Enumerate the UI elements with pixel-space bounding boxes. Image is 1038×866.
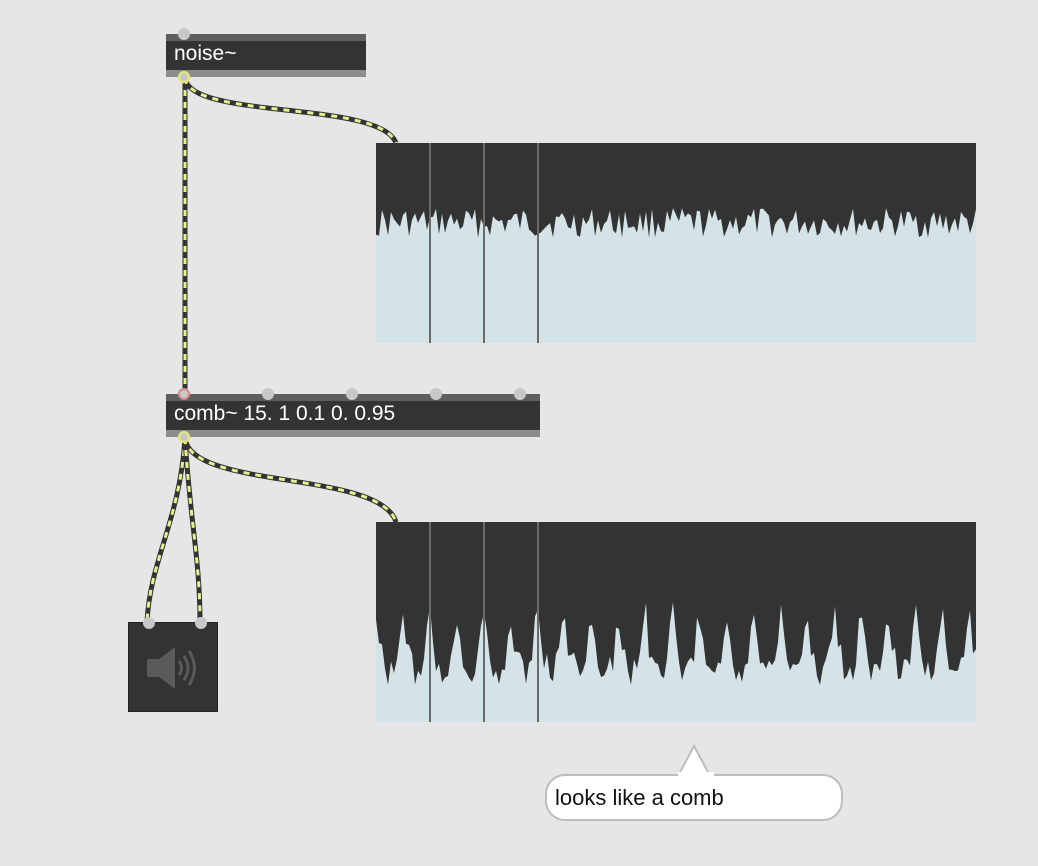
comb-inlet-3[interactable]: [346, 388, 358, 400]
spectrum-shape: [376, 143, 976, 238]
comb-spectrum-scope[interactable]: [376, 522, 976, 722]
patch-cord-comb-to-dac-left[interactable]: [144, 437, 188, 623]
noise-inlet[interactable]: [178, 28, 190, 40]
comb-inlet-5[interactable]: [514, 388, 526, 400]
patch-cord-comb-to-dac-right[interactable]: [182, 437, 203, 623]
comb-inlet-2[interactable]: [262, 388, 274, 400]
comb-outlet[interactable]: [178, 431, 190, 443]
speaker-output-button[interactable]: [128, 617, 218, 712]
spectrum-shape: [376, 522, 976, 685]
comb-spectrum-graph: [376, 522, 976, 722]
patch-cord-comb-to-scope[interactable]: [182, 437, 399, 524]
comment-pointer-mask: [678, 772, 714, 778]
noise-outlet[interactable]: [178, 71, 190, 83]
comb-object[interactable]: comb~ 15. 1 0.1 0. 0.95: [166, 388, 540, 443]
patch-cord-noise-to-scope[interactable]: [182, 77, 399, 145]
comment-looks-like-a-comb[interactable]: looks like a comb: [545, 774, 843, 821]
noise-spectrum-graph: [376, 143, 976, 343]
noise-spectrum-scope[interactable]: [376, 143, 976, 343]
comment-text: looks like a comb: [555, 785, 724, 810]
noise-object[interactable]: noise~: [166, 28, 366, 83]
comb-inlet-1[interactable]: [178, 388, 190, 400]
noise-object-label: noise~: [174, 42, 237, 65]
comb-object-label: comb~ 15. 1 0.1 0. 0.95: [174, 402, 396, 425]
speaker-icon: [147, 647, 196, 689]
comb-inlet-4[interactable]: [430, 388, 442, 400]
